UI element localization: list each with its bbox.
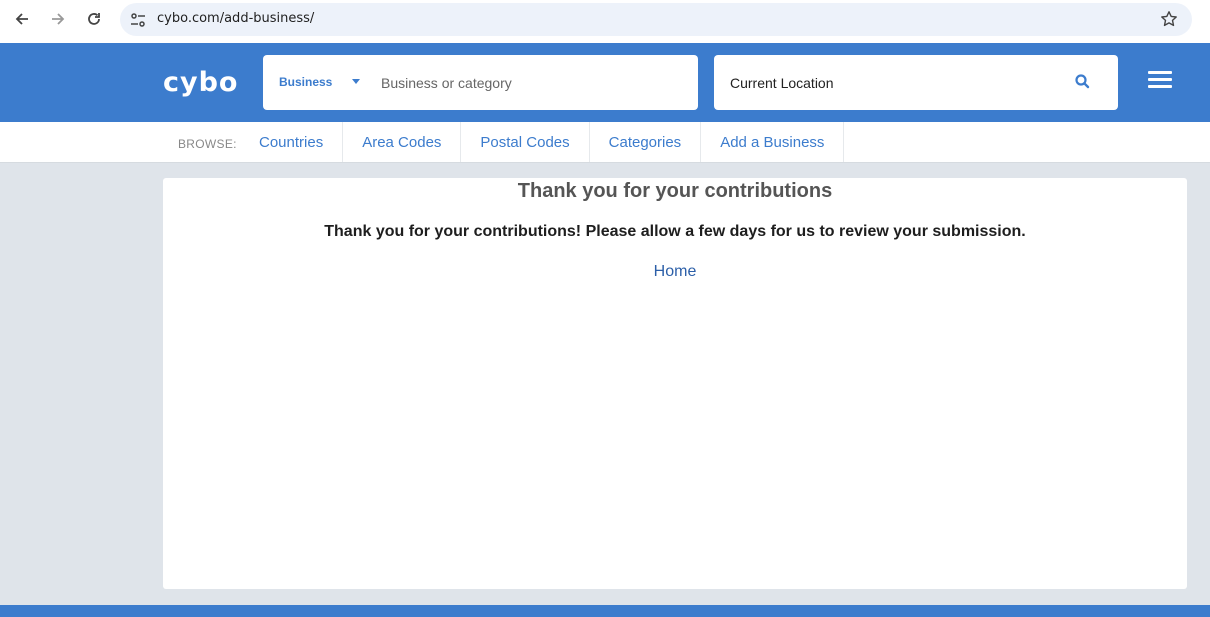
- content-card: Thank you for your contributions Thank y…: [163, 178, 1187, 589]
- reload-icon: [88, 13, 100, 25]
- forward-button[interactable]: [46, 7, 70, 31]
- hamburger-menu-icon[interactable]: [1148, 71, 1172, 93]
- page-title: Thank you for your contributions: [517, 180, 833, 202]
- confirmation-message: Thank you for your contributions! Please…: [324, 223, 1026, 240]
- bookmark-star-icon[interactable]: [1160, 10, 1178, 28]
- caret-down-icon[interactable]: [352, 79, 360, 84]
- site-header: cybo Business: [0, 43, 1210, 122]
- footer-bar: [0, 605, 1210, 617]
- browse-link-area-codes[interactable]: Area Codes: [343, 122, 462, 162]
- browse-link-categories[interactable]: Categories: [590, 122, 702, 162]
- site-info-icon[interactable]: [128, 10, 148, 30]
- reload-button[interactable]: [82, 7, 106, 31]
- home-link[interactable]: Home: [163, 263, 1187, 281]
- arrow-left-icon: [15, 13, 28, 25]
- location-box: [714, 55, 1118, 110]
- browse-bar: BROWSE: Countries Area Codes Postal Code…: [0, 122, 1210, 163]
- search-input[interactable]: [373, 67, 683, 99]
- url-text[interactable]: cybo.com/add-business/: [157, 11, 314, 26]
- search-type-select[interactable]: Business: [279, 75, 332, 89]
- address-bar[interactable]: cybo.com/add-business/: [120, 3, 1192, 36]
- browse-link-add-business[interactable]: Add a Business: [701, 122, 845, 162]
- location-input[interactable]: [722, 67, 1052, 99]
- browser-toolbar: cybo.com/add-business/: [0, 0, 1210, 43]
- browse-label: BROWSE:: [178, 137, 237, 151]
- back-button[interactable]: [10, 7, 34, 31]
- browse-link-countries[interactable]: Countries: [240, 122, 344, 162]
- svg-text:cybo: cybo: [163, 67, 238, 98]
- browse-link-postal-codes[interactable]: Postal Codes: [461, 122, 590, 162]
- browse-links: Countries Area Codes Postal Codes Catego…: [240, 122, 845, 162]
- search-icon[interactable]: [1072, 71, 1094, 93]
- arrow-right-icon: [52, 13, 65, 25]
- search-box: Business: [263, 55, 698, 110]
- cybo-logo[interactable]: cybo: [163, 63, 247, 99]
